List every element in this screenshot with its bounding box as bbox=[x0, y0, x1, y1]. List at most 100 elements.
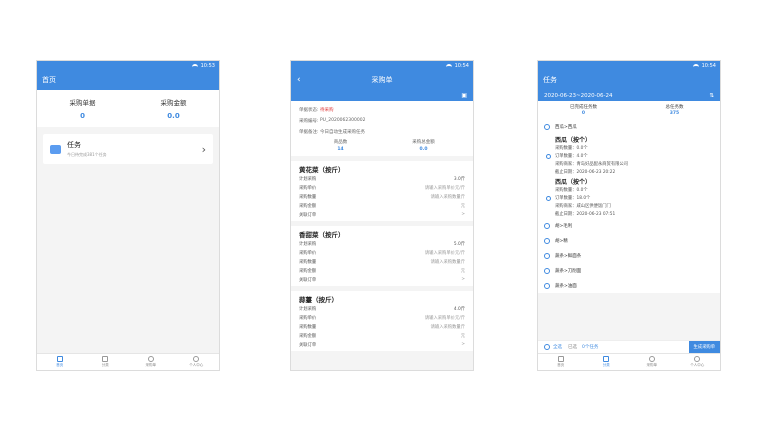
tab-purchase[interactable]: 采购单 bbox=[629, 354, 675, 370]
line-linked-orders[interactable]: 关联订单 > bbox=[299, 340, 465, 349]
task-list-icon bbox=[50, 144, 61, 154]
line-label: 采购金额 bbox=[299, 203, 317, 209]
price-input[interactable]: 请输入采购单价元/斤 bbox=[425, 185, 465, 191]
select-all-label[interactable]: 全选 bbox=[553, 344, 562, 350]
tab-home[interactable]: 首页 bbox=[538, 354, 584, 370]
tab-home[interactable]: 首页 bbox=[37, 354, 83, 370]
task-detail-line: 采购商家：咸山区供便饭门门 bbox=[555, 204, 611, 209]
checkbox[interactable] bbox=[546, 195, 551, 201]
line-label: 计划采购 bbox=[299, 241, 317, 247]
tab-category[interactable]: 分类 bbox=[584, 354, 630, 370]
task-list: 西瓜>西瓜 西瓜（按个） 采购数量：0.0个 订单数量：4.0个 采购商家：青岛… bbox=[538, 119, 720, 293]
order-item: 蒜薹（按斤） 计划采购 4.0斤 采购单价 请输入采购单价元/斤 采购数量 请输入采购… bbox=[291, 291, 473, 351]
sum-value: 0 bbox=[581, 111, 586, 116]
stat-purchase-amount[interactable]: 采购金额 0.0 bbox=[128, 90, 219, 127]
info-value: 今日自动生成采购任务 bbox=[319, 129, 365, 135]
task-detail-line-row: 订单数量：18.0个 bbox=[546, 194, 714, 202]
tab-label: 采购单 bbox=[145, 363, 157, 367]
task-group-label: 蔬条>油面 bbox=[555, 283, 577, 289]
save-icon[interactable]: ▣ bbox=[461, 92, 467, 99]
quantity-input[interactable]: 请输入采购数量斤 bbox=[431, 259, 465, 265]
price-input[interactable]: 请输入采购单价元/斤 bbox=[425, 250, 465, 256]
grid-icon bbox=[603, 356, 610, 362]
task-group-label: 蔬条>刀削面 bbox=[555, 268, 582, 274]
line-label: 计划采购 bbox=[299, 306, 317, 312]
checkbox[interactable] bbox=[544, 267, 550, 274]
task-detail[interactable]: 西瓜（按个） 采购数量：0.0个 订单数量：4.0个 采购商家：青岛好品配永商贸… bbox=[544, 134, 714, 176]
checkbox[interactable] bbox=[544, 237, 550, 244]
sum-value: 14 bbox=[337, 147, 344, 152]
task-detail-line: 采购商家：青岛好品配永商贸有限公司 bbox=[555, 162, 629, 167]
tab-profile[interactable]: 个人中心 bbox=[675, 354, 721, 370]
task-group-label: 胡>毛利 bbox=[555, 223, 573, 229]
line-linked-orders[interactable]: 关联订单 > bbox=[299, 210, 465, 219]
line-price[interactable]: 采购单价 请输入采购单价元/斤 bbox=[299, 313, 465, 322]
checkbox[interactable] bbox=[544, 123, 550, 130]
back-arrow-icon[interactable]: ‹ bbox=[297, 75, 301, 85]
sum-value: 0.0 bbox=[419, 147, 428, 152]
task-sums: 已完成任务数 0 总任务数 375 bbox=[538, 101, 720, 119]
grid-icon bbox=[102, 356, 109, 362]
task-group-label: 胡>精 bbox=[555, 238, 568, 244]
chevron-right-icon: › bbox=[201, 142, 206, 156]
stat-purchase-orders[interactable]: 采购单据 0 bbox=[37, 90, 128, 127]
status-time: 10:53 bbox=[200, 62, 215, 69]
task-detail[interactable]: 西瓜（按个） 采购数量：0.0个 订单数量：18.0个 采购商家：咸山区供便饭门… bbox=[544, 176, 714, 218]
date-range[interactable]: 2020-06-23~2020-06-24 bbox=[544, 93, 613, 99]
page-title: 首页 bbox=[42, 76, 56, 84]
item-name: 香甜菜（按斤） bbox=[299, 231, 345, 239]
checkbox[interactable] bbox=[544, 222, 550, 229]
order-item: 香甜菜（按斤） 计划采购 5.0斤 采购单价 请输入采购单价元/斤 采购数量 请输入采… bbox=[291, 226, 473, 286]
wifi-icon bbox=[692, 63, 699, 68]
wifi-icon bbox=[191, 63, 198, 68]
task-card[interactable]: 任务 今日待完成381个任务 › bbox=[43, 134, 213, 164]
line-price[interactable]: 采购单价 请输入采购单价元/斤 bbox=[299, 183, 465, 192]
generate-order-button[interactable]: 生成采购单 bbox=[688, 340, 720, 354]
tab-purchase[interactable]: 采购单 bbox=[128, 354, 174, 370]
list-item[interactable]: 胡>精 bbox=[544, 233, 714, 248]
stat-value: 0.0 bbox=[167, 112, 180, 120]
line-linked-orders[interactable]: 关联订单 > bbox=[299, 275, 465, 284]
line-value: 5.0斤 bbox=[453, 241, 465, 247]
tab-label: 个人中心 bbox=[690, 363, 705, 367]
sort-icon[interactable]: ⇅ bbox=[709, 93, 714, 99]
line-qty[interactable]: 采购数量 请输入采购数量斤 bbox=[299, 257, 465, 266]
checkbox[interactable] bbox=[544, 252, 550, 259]
info-label: 单据备注: bbox=[299, 129, 319, 135]
tab-label: 首页 bbox=[557, 363, 565, 367]
price-input[interactable]: 请输入采购单价元/斤 bbox=[425, 315, 465, 321]
tab-profile[interactable]: 个人中心 bbox=[174, 354, 220, 370]
tab-label: 个人中心 bbox=[189, 363, 204, 367]
tab-label: 首页 bbox=[56, 363, 64, 367]
sum-label: 采购总金额 bbox=[412, 140, 435, 145]
info-code: 采购编号: PU_2020062300002 bbox=[299, 115, 465, 126]
line-price[interactable]: 采购单价 请输入采购单价元/斤 bbox=[299, 248, 465, 257]
quantity-input[interactable]: 请输入采购数量斤 bbox=[431, 324, 465, 330]
list-item[interactable]: 蔬条>刀削面 bbox=[544, 263, 714, 278]
list-item[interactable]: 胡>毛利 bbox=[544, 218, 714, 233]
checkbox[interactable] bbox=[544, 282, 550, 289]
quantity-input[interactable]: 请输入采购数量斤 bbox=[431, 194, 465, 200]
status-time: 10:54 bbox=[701, 62, 716, 69]
selected-count: 0个任务 bbox=[582, 345, 599, 350]
wifi-icon bbox=[445, 63, 452, 68]
date-range-bar[interactable]: 2020-06-23~2020-06-24 ⇅ bbox=[538, 90, 720, 101]
list-item[interactable]: 西瓜>西瓜 bbox=[544, 119, 714, 134]
line-label: 采购数量 bbox=[299, 194, 317, 200]
list-item[interactable]: 蔬条>鲜面条 bbox=[544, 248, 714, 263]
line-qty[interactable]: 采购数量 请输入采购数量斤 bbox=[299, 322, 465, 331]
checkbox[interactable] bbox=[546, 153, 551, 159]
status-bar: 10:53 bbox=[37, 61, 219, 70]
bottom-tab-bar: 首页 分类 采购单 个人中心 bbox=[37, 353, 219, 370]
line-qty[interactable]: 采购数量 请输入采购数量斤 bbox=[299, 192, 465, 201]
info-label: 单据状态: bbox=[299, 107, 319, 113]
tab-category[interactable]: 分类 bbox=[83, 354, 129, 370]
chevron-right-icon: > bbox=[461, 277, 465, 282]
sum-completed: 已完成任务数 0 bbox=[538, 101, 629, 119]
task-group-label: 蔬条>鲜面条 bbox=[555, 253, 582, 259]
select-all-checkbox[interactable] bbox=[544, 344, 550, 350]
line-amount: 采购金额 元 bbox=[299, 266, 465, 275]
list-item[interactable]: 蔬条>油面 bbox=[544, 278, 714, 293]
line-amount: 采购金额 元 bbox=[299, 201, 465, 210]
amount-value: 元 bbox=[460, 268, 465, 274]
